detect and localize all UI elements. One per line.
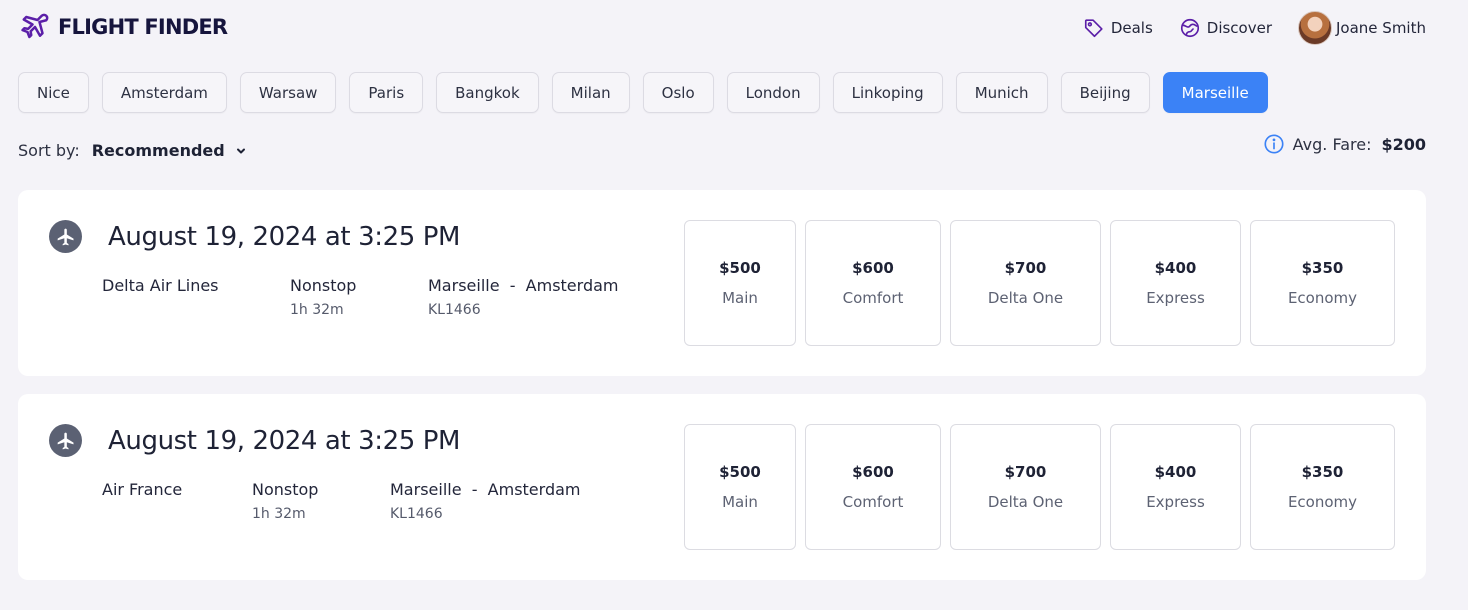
top-header: FLIGHT FINDER Deals Discover Joane Smith (0, 0, 1468, 56)
fare-option-economy[interactable]: $350 Economy (1250, 424, 1395, 550)
airline-name: Air France (102, 480, 183, 499)
city-tab-paris[interactable]: Paris (349, 72, 424, 113)
top-nav: Deals Discover Joane Smith (1057, 10, 1426, 46)
fare-class: Economy (1287, 493, 1358, 511)
fare-option-economy[interactable]: $350 Economy (1250, 220, 1395, 346)
route: Marseille - Amsterdam (390, 480, 581, 499)
fare-class: Express (1146, 289, 1205, 307)
sort-label: Sort by: (18, 141, 80, 160)
nav-discover-label: Discover (1206, 19, 1272, 37)
duration: 1h 32m (290, 302, 344, 318)
nav-discover[interactable]: Discover (1179, 17, 1272, 39)
fare-price: $400 (1154, 259, 1197, 277)
fare-option-express[interactable]: $400 Express (1110, 220, 1241, 346)
info-icon[interactable] (1263, 133, 1285, 155)
user-name[interactable]: Joane Smith (1336, 19, 1426, 37)
city-tab-munich[interactable]: Munich (955, 72, 1048, 113)
chevron-down-icon[interactable] (235, 145, 247, 157)
avg-fare-value: $200 (1381, 134, 1426, 154)
flight-card[interactable]: August 19, 2024 at 3:25 PM Delta Air Lin… (18, 190, 1426, 376)
globe-icon (1180, 18, 1199, 38)
fare-class: Delta One (987, 289, 1064, 307)
airplane-logo-icon (20, 12, 50, 42)
city-tab-milan[interactable]: Milan (551, 72, 630, 113)
sort-dropdown[interactable]: Recommended (92, 141, 225, 160)
flight-card[interactable]: August 19, 2024 at 3:25 PM Air France No… (18, 394, 1426, 580)
city-tab-marseille[interactable]: Marseille (1162, 72, 1268, 113)
city-tab-warsaw[interactable]: Warsaw (239, 72, 337, 113)
fare-price: $350 (1301, 259, 1344, 277)
airplane-icon (49, 220, 82, 253)
flight-date: August 19, 2024 at 3:25 PM (108, 426, 461, 456)
fare-price: $600 (852, 259, 894, 277)
logo[interactable]: FLIGHT FINDER (20, 12, 228, 42)
city-tab-oslo[interactable]: Oslo (642, 72, 714, 113)
fare-price: $700 (1004, 463, 1047, 481)
fare-class: Main (722, 289, 758, 307)
fare-class: Main (722, 493, 758, 511)
city-tab-bangkok[interactable]: Bangkok (436, 72, 539, 113)
fare-option-delta-one[interactable]: $700 Delta One (950, 220, 1101, 346)
fare-option-delta-one[interactable]: $700 Delta One (950, 424, 1101, 550)
city-tab-nice[interactable]: Nice (18, 72, 89, 113)
nav-deals[interactable]: Deals (1083, 17, 1153, 39)
fare-option-comfort[interactable]: $600 Comfort (805, 424, 941, 550)
fare-price: $600 (852, 463, 894, 481)
city-tab-london[interactable]: London (726, 72, 820, 113)
fare-price: $400 (1154, 463, 1197, 481)
stops: Nonstop (252, 480, 319, 499)
airline-name: Delta Air Lines (102, 276, 219, 295)
avatar[interactable] (1298, 11, 1332, 45)
fare-class: Comfort (842, 493, 904, 511)
flight-number: KL1466 (428, 302, 481, 318)
duration: 1h 32m (252, 506, 306, 522)
fare-price: $700 (1004, 259, 1047, 277)
fare-class: Comfort (842, 289, 904, 307)
fare-option-main[interactable]: $500 Main (684, 220, 796, 346)
flight-number: KL1466 (390, 506, 443, 522)
stops: Nonstop (290, 276, 357, 295)
flight-date: August 19, 2024 at 3:25 PM (108, 222, 461, 252)
fare-price: $500 (719, 259, 761, 277)
nav-deals-label: Deals (1110, 19, 1153, 37)
fare-class: Economy (1287, 289, 1358, 307)
app-title: FLIGHT FINDER (58, 15, 228, 39)
fare-price: $500 (719, 463, 761, 481)
city-tab-beijing[interactable]: Beijing (1060, 72, 1150, 113)
fare-price: $350 (1301, 463, 1344, 481)
airplane-icon (49, 424, 82, 457)
fare-option-express[interactable]: $400 Express (1110, 424, 1241, 550)
sort-control: Sort by: Recommended (18, 141, 247, 160)
route: Marseille - Amsterdam (428, 276, 619, 295)
fare-option-comfort[interactable]: $600 Comfort (805, 220, 941, 346)
fare-class: Express (1146, 493, 1205, 511)
fare-class: Delta One (987, 493, 1064, 511)
city-tabs: Nice Amsterdam Warsaw Paris Bangkok Milan Oslo… (18, 72, 1281, 113)
avg-fare-label: Avg. Fare: (1292, 134, 1372, 154)
fare-option-main[interactable]: $500 Main (684, 424, 796, 550)
city-tab-linkoping[interactable]: Linkoping (832, 72, 943, 113)
city-tab-amsterdam[interactable]: Amsterdam (101, 72, 227, 113)
tag-icon (1084, 19, 1103, 38)
average-fare: Avg. Fare: $200 (1263, 133, 1426, 155)
